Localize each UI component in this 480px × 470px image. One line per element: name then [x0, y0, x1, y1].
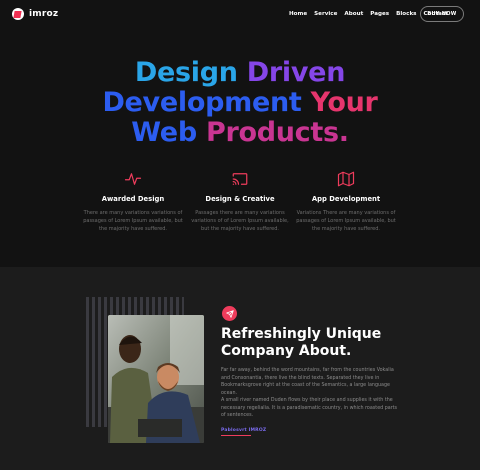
feature-title: Design & Creative [205, 195, 275, 203]
hero-headline: Design Driven Development Your Web Produ… [0, 58, 480, 148]
map-icon [337, 171, 355, 187]
send-icon [225, 309, 234, 318]
about-title-line: Company About. [221, 343, 352, 359]
signature: Pablosvrt IMROZ [221, 428, 266, 436]
feature-title: Awarded Design [101, 195, 165, 203]
headline-word: Products. [205, 117, 349, 148]
feature-description: Passages there are many variations varia… [191, 210, 289, 232]
about-title: Refreshingly Unique Company About. [221, 326, 421, 360]
hero-section: imroz Home Service About Pages Blocks Co… [0, 0, 480, 267]
send-badge [222, 306, 237, 321]
nav-item-about[interactable]: About [344, 11, 363, 17]
nav-item-service[interactable]: Service [314, 11, 337, 17]
nav-item-pages[interactable]: Pages [370, 11, 389, 17]
headline-word: Design [134, 57, 238, 88]
nav-item-blocks[interactable]: Blocks [396, 11, 416, 17]
headline-word: Driven [246, 57, 346, 88]
team-photo-illustration [108, 315, 204, 443]
feature-description: There are many variations variations of … [83, 210, 183, 232]
feature-title: App Development [311, 195, 381, 203]
headline-word: Your [310, 87, 378, 118]
headline-word: Development [102, 87, 302, 118]
about-image-group [86, 297, 204, 443]
pulse-icon [124, 173, 142, 185]
feature-description: Variations There are many variations of … [296, 210, 396, 232]
headline-word: Web [131, 117, 197, 148]
brand-name: imroz [29, 9, 59, 19]
nav-item-home[interactable]: Home [289, 11, 307, 17]
cast-icon [232, 173, 248, 185]
brand[interactable]: imroz [12, 8, 58, 20]
about-paragraph: Far far away, behind the word mountains,… [221, 368, 394, 396]
about-title-line: Refreshingly Unique [221, 326, 382, 342]
team-photo [108, 315, 204, 443]
logo-icon [12, 8, 24, 20]
about-paragraph: A small river named Duden flows by their… [221, 398, 398, 418]
feature-card: App Development Variations There are man… [296, 170, 396, 233]
buy-now-button[interactable]: BUY NOW [420, 6, 464, 22]
feature-card: Awarded Design There are many variations… [83, 170, 183, 233]
feature-card: Design & Creative Passages there are man… [190, 170, 290, 233]
